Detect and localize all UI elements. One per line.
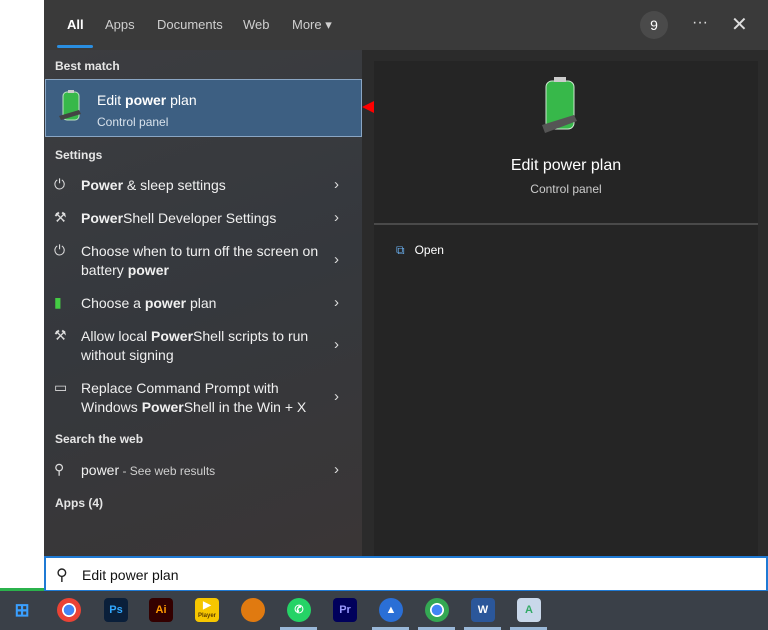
ellipsis-icon[interactable]: ··· — [692, 14, 708, 32]
search-input[interactable]: Edit power plan — [82, 567, 179, 583]
whatsapp-icon[interactable]: ✆ — [287, 598, 311, 622]
tab-all[interactable]: All — [67, 17, 84, 32]
preview-pane: Edit power plan Control panel ⧉ Open — [374, 61, 758, 556]
taskbar: ⊞ Ps Ai ▶ Player ✆ Pr ▲ W A — [0, 591, 768, 630]
tab-bar: All Apps Documents Web More ▾ 9 ··· ✕ — [44, 0, 768, 50]
tab-apps[interactable]: Apps — [105, 17, 135, 32]
battery-icon — [542, 77, 577, 133]
player-icon-label: Player — [197, 613, 216, 619]
premiere-icon[interactable]: Pr — [333, 598, 357, 622]
illustrator-icon[interactable]: Ai — [149, 598, 173, 622]
section-best-match: Best match — [55, 59, 120, 73]
section-apps[interactable]: Apps (4) — [55, 496, 103, 510]
chevron-right-icon[interactable]: › — [334, 461, 339, 478]
nordvpn-icon[interactable]: ▲ — [379, 598, 403, 622]
search-icon: ⚲ — [54, 461, 65, 477]
terminal-icon: ▭ — [54, 379, 68, 395]
close-icon[interactable]: ✕ — [731, 12, 748, 37]
powershell-dev-icon: ⚒ — [54, 327, 67, 343]
tab-web[interactable]: Web — [243, 17, 270, 32]
chevron-right-icon[interactable]: › — [334, 251, 339, 268]
best-match-item[interactable]: Edit power plan Control panel — [45, 79, 362, 137]
chrome-icon[interactable] — [57, 598, 81, 622]
best-match-subtitle: Control panel — [97, 115, 169, 129]
power-plan-icon: ▮ — [54, 294, 62, 310]
chevron-right-icon[interactable]: › — [334, 209, 339, 226]
word-icon[interactable]: W — [471, 598, 495, 622]
tab-documents[interactable]: Documents — [157, 17, 223, 32]
search-panel: All Apps Documents Web More ▾ 9 ··· ✕ Be… — [44, 0, 768, 556]
power-icon: ⏻ — [54, 176, 66, 192]
play-icon: ▶ — [203, 600, 211, 611]
powershell-dev-icon: ⚒ — [54, 209, 67, 225]
chevron-right-icon[interactable]: › — [334, 388, 339, 405]
notepad-icon[interactable]: A — [517, 598, 541, 622]
photoshop-icon[interactable]: Ps — [104, 598, 128, 622]
section-search-web: Search the web — [55, 432, 144, 446]
search-icon: ⚲ — [56, 567, 68, 584]
rewards-badge[interactable]: 9 — [640, 11, 668, 39]
game-icon[interactable] — [241, 598, 265, 622]
open-icon: ⧉ — [396, 243, 405, 257]
chevron-right-icon[interactable]: › — [334, 176, 339, 193]
section-settings: Settings — [55, 148, 103, 162]
player-icon[interactable]: ▶ Player — [195, 598, 219, 622]
windows-start-icon[interactable]: ⊞ — [10, 598, 34, 622]
search-box[interactable]: ⚲ Edit power plan — [44, 556, 768, 592]
chevron-right-icon[interactable]: › — [334, 336, 339, 353]
preview-subtitle: Control panel — [530, 182, 602, 196]
chevron-right-icon[interactable]: › — [334, 294, 339, 311]
active-tab-indicator — [57, 45, 93, 48]
open-action[interactable]: ⧉ Open — [396, 243, 444, 258]
preview-title: Edit power plan — [510, 157, 622, 174]
chrome-profile-icon[interactable] — [425, 598, 449, 622]
divider — [374, 223, 758, 225]
power-icon: ⏻ — [54, 242, 66, 258]
battery-icon — [59, 90, 81, 121]
tab-more[interactable]: More ▾ — [292, 17, 332, 33]
